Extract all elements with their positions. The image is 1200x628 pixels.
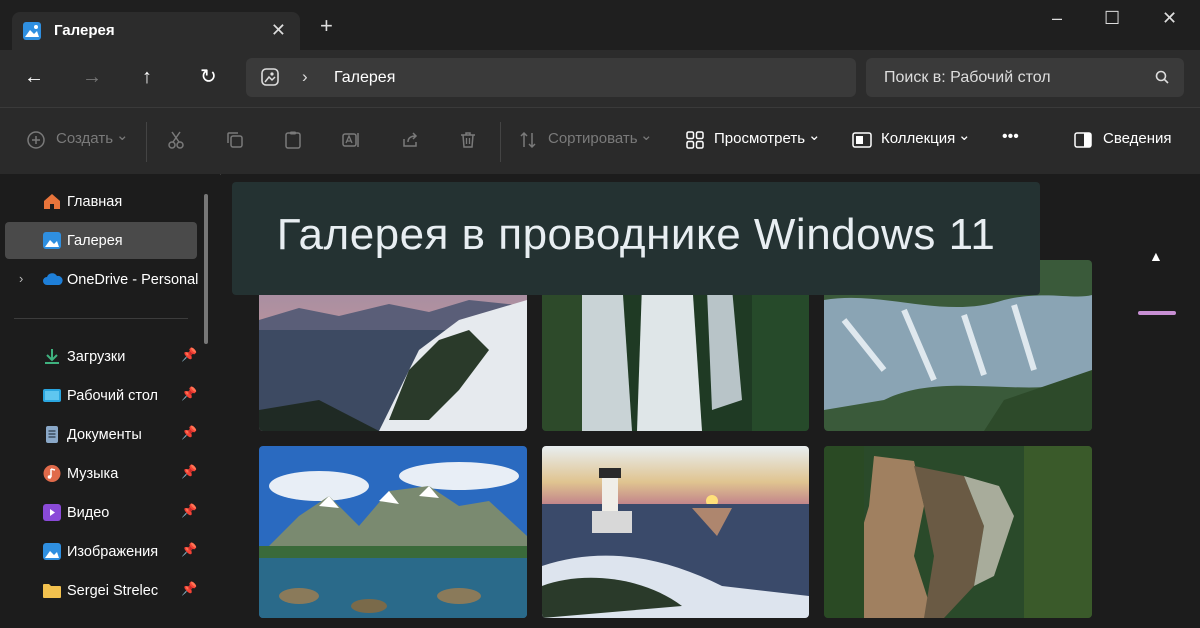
collection-icon [851,130,873,155]
sidebar-scrollbar[interactable] [204,194,208,344]
sidebar-item-label: Галерея [67,233,123,249]
sidebar-divider [14,318,188,319]
sidebar-item-home[interactable]: Главная [5,183,197,220]
tab-close-icon[interactable]: ✕ [271,20,286,41]
sidebar-item-label: Главная [67,194,123,210]
collection-chevron-icon: ⌄ [958,127,971,144]
download-icon [43,348,61,365]
sort-icon [518,130,538,155]
pin-icon[interactable]: 📌 [181,425,197,441]
sidebar-item-label: OneDrive - Personal [67,272,199,288]
sidebar-item-label: Музыка [67,466,119,482]
address-bar[interactable]: › Галерея [246,58,856,97]
command-bar: Создать ⌄ Сортировать ⌄ Просмотреть ⌄ Ко… [0,107,1200,175]
navigation-pane: Главная Галерея › OneDrive - Personal За… [0,174,220,628]
collection-button[interactable]: Коллекция [881,130,955,147]
tab-gallery[interactable]: Галерея ✕ [12,12,300,50]
tab-label: Галерея [54,22,115,39]
breadcrumb[interactable]: Галерея [334,69,395,87]
breadcrumb-chevron-icon: › [302,67,308,86]
pictures-icon [43,543,61,560]
cloud-icon [43,271,63,288]
navigation-bar: ← → ↑ ↻ › Галерея Поиск в: Рабочий стол [0,50,1200,107]
pin-icon[interactable]: 📌 [181,503,197,519]
maximize-button[interactable]: ☐ [1104,8,1120,29]
pin-icon[interactable]: 📌 [181,542,197,558]
sidebar-item-label: Документы [67,427,142,443]
pin-icon[interactable]: 📌 [181,347,197,363]
view-chevron-icon: ⌄ [808,127,821,144]
sidebar-item-label: Видео [67,505,110,521]
scroll-up-arrow-icon[interactable]: ▲ [1149,248,1163,264]
view-icon [685,130,705,155]
music-icon [43,465,61,482]
details-pane-icon [1073,130,1093,155]
pin-icon[interactable]: 📌 [181,464,197,480]
document-icon [43,426,61,443]
sidebar-item-label: Sergei Strelec [67,583,159,599]
share-icon[interactable] [400,130,420,155]
cut-icon[interactable] [166,130,186,155]
create-icon [26,130,46,155]
sidebar-item-music[interactable]: Музыка 📌 [5,455,197,492]
gallery-photo-raging-waterfall[interactable] [824,446,1092,618]
sidebar-item-label: Загрузки [67,349,126,365]
search-icon[interactable] [1154,69,1170,90]
up-button[interactable]: ↑ [142,67,152,87]
sidebar-item-documents[interactable]: Документы 📌 [5,416,197,453]
gallery-photo-mountains-lake[interactable] [259,446,527,618]
paste-icon[interactable] [283,130,303,155]
toolbar-divider [500,122,501,162]
pin-icon[interactable]: 📌 [181,581,197,597]
more-options-button[interactable]: ••• [1002,128,1019,146]
search-box[interactable]: Поиск в: Рабочий стол [866,58,1184,97]
search-input[interactable]: Поиск в: Рабочий стол [884,69,1051,87]
close-window-button[interactable]: ✕ [1162,8,1177,29]
title-banner: Галерея в проводнике Windows 11 [232,182,1040,295]
forward-button[interactable]: → [82,67,102,87]
sidebar-item-sergei-strelec[interactable]: Sergei Strelec 📌 [5,572,197,609]
sidebar-item-desktop[interactable]: Рабочий стол 📌 [5,377,197,414]
pin-icon[interactable]: 📌 [181,386,197,402]
sidebar-item-label: Изображения [67,544,159,560]
sidebar-item-pictures[interactable]: Изображения 📌 [5,533,197,570]
folder-icon [43,582,61,599]
view-button[interactable]: Просмотреть [714,130,805,147]
home-icon [43,193,61,210]
sidebar-item-videos[interactable]: Видео 📌 [5,494,197,531]
sidebar-item-onedrive[interactable]: › OneDrive - Personal [5,261,199,298]
details-button[interactable]: Сведения [1103,130,1172,147]
video-icon [43,504,61,521]
rename-icon[interactable] [341,130,361,155]
expand-chevron-icon[interactable]: › [19,271,23,286]
new-tab-button[interactable]: + [320,15,333,37]
toolbar-divider [146,122,147,162]
desktop-icon [43,387,61,404]
title-bar: Галерея ✕ + – ☐ ✕ [0,0,1200,50]
sort-button[interactable]: Сортировать [548,130,638,147]
sort-chevron-icon: ⌄ [640,127,653,144]
sidebar-item-label: Рабочий стол [67,388,159,404]
back-button[interactable]: ← [24,67,44,87]
gallery-icon [22,21,42,46]
delete-icon[interactable] [458,130,478,155]
sidebar-item-gallery[interactable]: Галерея [5,222,197,259]
refresh-button[interactable]: ↻ [200,67,217,87]
copy-icon[interactable] [225,130,245,155]
gallery-icon [43,232,61,249]
sidebar-item-downloads[interactable]: Загрузки 📌 [5,338,197,375]
scrollbar-thumb[interactable] [1138,311,1176,315]
create-button[interactable]: Создать [56,130,113,147]
gallery-outline-icon [260,67,280,92]
minimize-button[interactable]: – [1052,8,1062,29]
banner-title: Галерея в проводнике Windows 11 [276,210,996,259]
gallery-photo-lighthouse-sunset[interactable] [542,446,809,618]
create-chevron-icon: ⌄ [116,127,129,144]
